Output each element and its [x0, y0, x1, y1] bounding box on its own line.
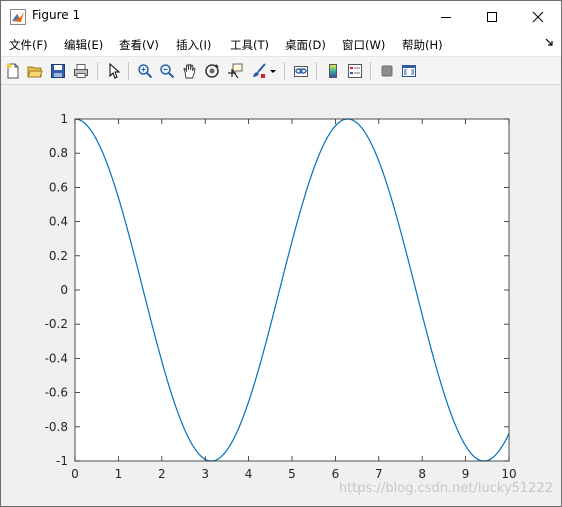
link-plot-icon	[294, 66, 308, 77]
x-tick-label: 1	[115, 467, 123, 481]
toolbar-separator	[370, 62, 371, 80]
x-tick-label: 4	[245, 467, 253, 481]
toolbar-separator	[284, 62, 285, 80]
legend-button[interactable]	[345, 61, 365, 81]
x-tick-label: 6	[332, 467, 340, 481]
minimize-button[interactable]	[423, 1, 469, 32]
x-tick-label: 10	[501, 467, 516, 481]
pan-hand-icon	[183, 63, 196, 79]
x-tick-label: 0	[71, 467, 79, 481]
brush-dropdown-icon	[270, 70, 276, 73]
close-button[interactable]	[515, 1, 561, 32]
show-plot-tools-icon	[402, 65, 416, 77]
figure-canvas[interactable]: 0 1 2 3 4 5 6 7 8 9 10 1 0.8 0.6 0.4 0.2 0 -0.2 -0.4 -0.6 -0…	[1, 86, 561, 506]
brush-dropdown-button[interactable]	[268, 61, 278, 81]
edit-plot-arrow-icon	[109, 63, 121, 79]
x-tick-label: 8	[418, 467, 426, 481]
print-button[interactable]	[71, 61, 91, 81]
zoom-in-button[interactable]	[135, 61, 155, 81]
menu-window[interactable]: 窗口(W)	[342, 37, 385, 53]
y-tick-label: -0.4	[45, 351, 68, 365]
data-cursor-icon	[228, 63, 243, 79]
x-tick-label: 9	[462, 467, 470, 481]
new-figure-icon	[6, 63, 19, 79]
toolbar-separator	[97, 62, 98, 80]
y-tick-label: 0.2	[49, 249, 68, 263]
open-file-icon	[27, 66, 43, 78]
y-tick-label: -0.2	[45, 317, 68, 331]
menu-tools[interactable]: 工具(T)	[230, 37, 269, 53]
toolbar-separator	[316, 62, 317, 80]
y-tick-label: 0.8	[49, 146, 68, 160]
y-tick-label: 1	[60, 112, 68, 126]
rotate-3d-icon	[205, 64, 219, 78]
link-plot-button[interactable]	[291, 61, 311, 81]
menu-insert[interactable]: 插入(I)	[176, 37, 211, 53]
open-file-button[interactable]	[25, 61, 45, 81]
save-icon	[51, 64, 65, 78]
menu-edit[interactable]: 编辑(E)	[64, 37, 103, 53]
toolbar-separator	[128, 62, 129, 80]
y-tick-label: -0.8	[45, 420, 68, 434]
zoom-out-icon	[160, 64, 175, 79]
colorbar-button[interactable]	[323, 61, 343, 81]
maximize-button[interactable]	[469, 1, 515, 32]
x-tick-label: 7	[375, 467, 383, 481]
save-button[interactable]	[48, 61, 68, 81]
close-icon	[532, 11, 544, 22]
y-tick-label: 0.4	[49, 215, 68, 229]
brush-icon	[253, 63, 266, 78]
y-tick-label: 0	[60, 283, 68, 297]
menu-file[interactable]: 文件(F)	[9, 37, 48, 53]
new-figure-button[interactable]	[3, 61, 23, 81]
x-tick-label: 3	[201, 467, 209, 481]
x-tick-label: 2	[158, 467, 166, 481]
zoom-out-button[interactable]	[157, 61, 177, 81]
matlab-logo-icon	[10, 9, 26, 25]
dock-arrow-icon[interactable]	[545, 38, 554, 47]
menu-help[interactable]: 帮助(H)	[402, 37, 443, 53]
menu-view[interactable]: 查看(V)	[119, 37, 159, 53]
colorbar-icon	[329, 64, 337, 78]
print-icon	[74, 64, 88, 78]
figure-window: Figure 1 文件(F) 编辑(E) 查看(V) 插入(I) 工具(T) 桌…	[0, 0, 562, 507]
menu-desktop[interactable]: 桌面(D)	[285, 37, 326, 53]
show-plot-tools-button[interactable]	[399, 61, 419, 81]
y-tick-label: -0.6	[45, 386, 68, 400]
window-title: Figure 1	[32, 8, 81, 22]
hide-plot-tools-icon	[381, 65, 393, 77]
axes-background	[75, 119, 509, 461]
edit-plot-button[interactable]	[104, 61, 124, 81]
watermark-text: https://blog.csdn.net/lucky51222	[338, 481, 553, 496]
hide-plot-tools-button[interactable]	[377, 61, 397, 81]
pan-button[interactable]	[180, 61, 200, 81]
title-bar[interactable]: Figure 1	[1, 1, 561, 32]
maximize-icon	[487, 11, 497, 22]
figure-toolbar	[1, 57, 561, 85]
plot-axes[interactable]: 0 1 2 3 4 5 6 7 8 9 10 1 0.8 0.6 0.4 0.2 0 -0.2 -0.4 -0.6 -0…	[1, 86, 561, 506]
y-tick-label: -1	[56, 454, 68, 468]
y-tick-label: 0.6	[49, 180, 68, 194]
data-cursor-button[interactable]	[225, 61, 245, 81]
x-tick-label: 5	[288, 467, 296, 481]
legend-icon	[348, 64, 362, 78]
menu-bar: 文件(F) 编辑(E) 查看(V) 插入(I) 工具(T) 桌面(D) 窗口(W…	[1, 32, 561, 57]
brush-button[interactable]	[249, 61, 269, 81]
minimize-icon	[441, 16, 451, 18]
rotate-3d-button[interactable]	[202, 61, 222, 81]
zoom-in-icon	[138, 64, 153, 79]
